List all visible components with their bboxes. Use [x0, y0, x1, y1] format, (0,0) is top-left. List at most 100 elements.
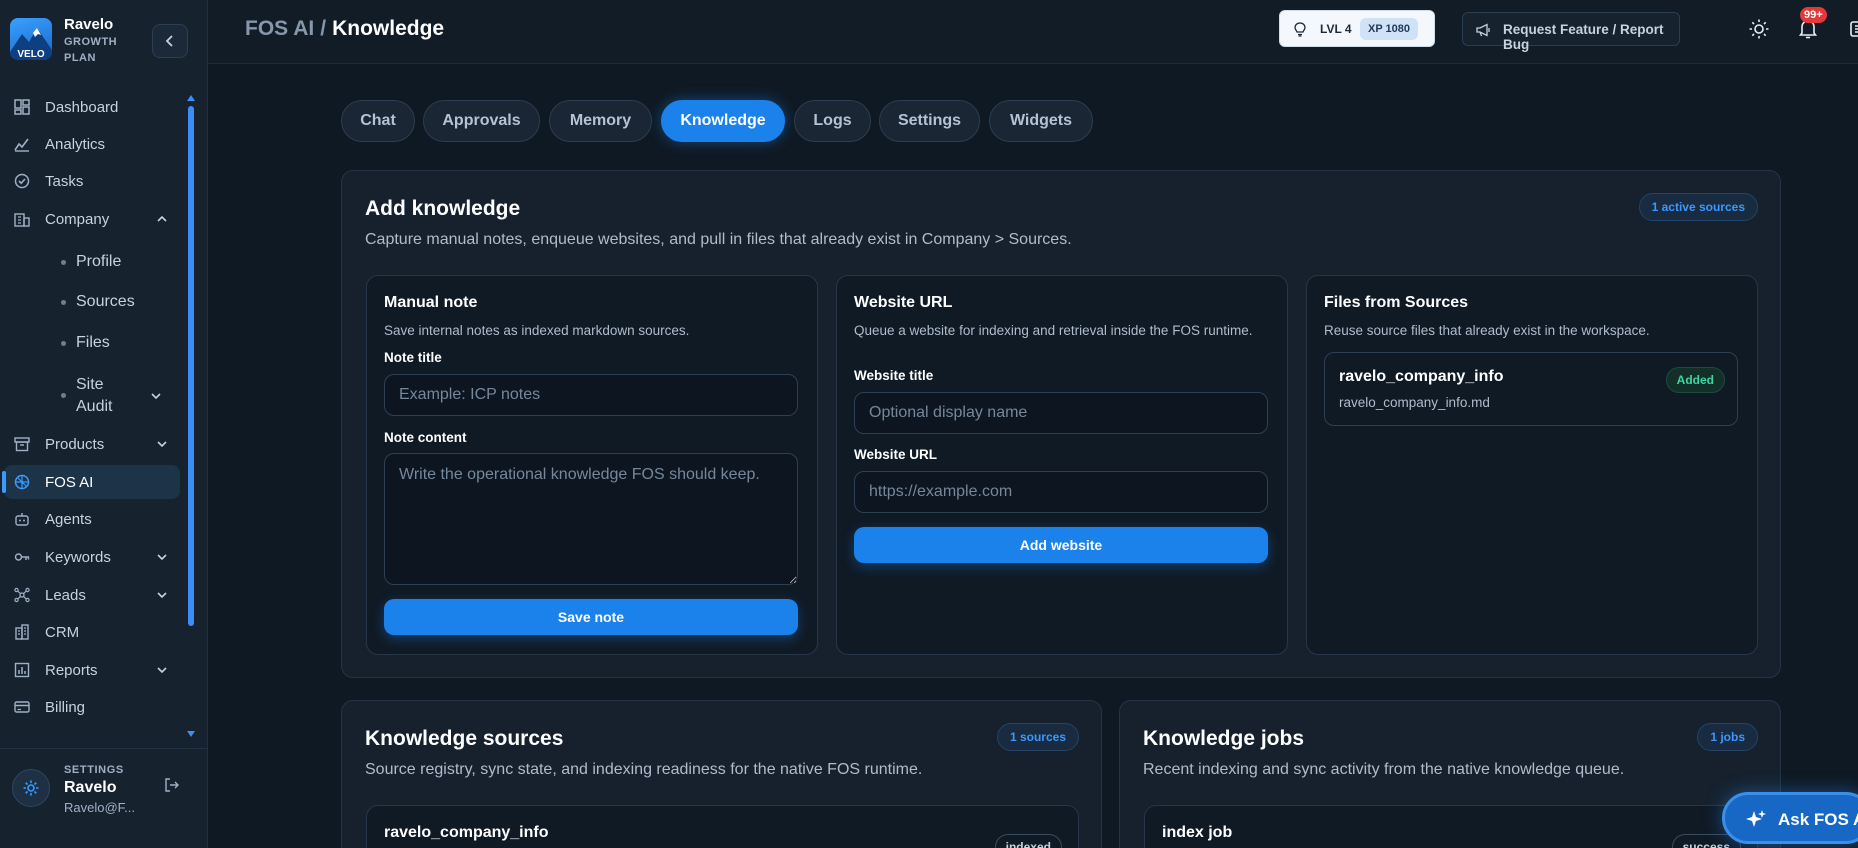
brand-name: Ravelo: [64, 16, 114, 33]
status-badge: indexed: [994, 834, 1062, 848]
chevron-down-icon[interactable]: [150, 390, 162, 402]
request-feature-label: Request Feature / Report Bug: [1503, 22, 1664, 52]
sidebar-item-crm[interactable]: CRM: [4, 615, 180, 649]
panel-icon[interactable]: [1850, 19, 1858, 39]
ai-brain-icon: [14, 474, 30, 490]
website-title-label: Website title: [854, 368, 934, 383]
sidebar-subitem-sources[interactable]: Sources: [76, 293, 135, 311]
save-note-button[interactable]: Save note: [384, 599, 798, 635]
report-icon: [14, 662, 30, 678]
sidebar: VELO Ravelo GROWTH PLAN Dashboard Analyt…: [0, 0, 208, 848]
note-content-textarea[interactable]: [384, 453, 798, 585]
sidebar-item-label: Products: [45, 435, 105, 453]
chevron-down-icon: [157, 441, 167, 448]
sidebar-item-company[interactable]: Company: [4, 202, 180, 236]
tab-logs[interactable]: Logs: [794, 100, 871, 142]
scroll-up-arrow[interactable]: [187, 95, 195, 101]
tab-approvals[interactable]: Approvals: [423, 100, 540, 142]
website-title-input[interactable]: [854, 392, 1268, 434]
brand-plan: GROWTH PLAN: [64, 36, 118, 64]
sub-item-dot: [61, 260, 66, 265]
files-from-sources-card: Files from Sources Reuse source files th…: [1306, 275, 1758, 655]
tab-chat[interactable]: Chat: [341, 100, 415, 142]
sidebar-item-label: Leads: [45, 586, 86, 604]
panel-title: Add knowledge: [365, 197, 521, 220]
sidebar-subitem-files[interactable]: Files: [76, 334, 110, 352]
avatar[interactable]: [12, 769, 50, 807]
source-file-name: ravelo_company_info: [1339, 368, 1504, 385]
card-subtitle: Queue a website for indexing and retriev…: [854, 323, 1253, 338]
scroll-down-arrow[interactable]: [187, 731, 195, 737]
panel-title: Knowledge jobs: [1143, 727, 1305, 750]
xp-label: XP 1080: [1360, 18, 1419, 40]
request-feature-button[interactable]: Request Feature / Report Bug: [1462, 12, 1680, 52]
breadcrumb-parent[interactable]: FOS AI: [245, 17, 314, 40]
dashboard-icon: [14, 99, 30, 115]
website-url-input[interactable]: [854, 471, 1268, 513]
sidebar-scrollbar[interactable]: [188, 106, 194, 626]
tab-widgets[interactable]: Widgets: [989, 100, 1093, 142]
robot-icon: [15, 513, 29, 526]
list-item[interactable]: index job success: [1144, 805, 1758, 848]
theme-toggle-sun-icon[interactable]: [1748, 18, 1770, 40]
sidebar-subitem-site-audit[interactable]: Site Audit: [76, 374, 126, 418]
sidebar-subitem-profile[interactable]: Profile: [76, 253, 121, 271]
card-title: Manual note: [384, 294, 478, 311]
source-file-item[interactable]: ravelo_company_info ravelo_company_info.…: [1324, 352, 1738, 426]
top-bar: FOS AI / Knowledge LVL 4 XP 1080 Request F…: [208, 0, 1858, 64]
manual-note-card: Manual note Save internal notes as index…: [366, 275, 818, 655]
sidebar-item-dashboard[interactable]: Dashboard: [4, 90, 180, 124]
sidebar-item-agents[interactable]: Agents: [4, 502, 180, 536]
tab-settings[interactable]: Settings: [879, 100, 980, 142]
sidebar-item-label: Billing: [45, 698, 86, 716]
sub-item-dot: [61, 341, 66, 346]
tab-memory[interactable]: Memory: [549, 100, 652, 142]
website-url-label: Website URL: [854, 447, 938, 462]
sidebar-item-billing[interactable]: Billing: [4, 690, 180, 724]
sidebar-item-products[interactable]: Products: [4, 427, 180, 461]
building-icon: [14, 213, 30, 227]
website-url-card: Website URL Queue a website for indexing…: [836, 275, 1288, 655]
list-item[interactable]: ravelo_company_info indexed: [366, 805, 1079, 848]
megaphone-icon: [1476, 23, 1490, 37]
level-label: LVL 4: [1320, 22, 1352, 36]
sidebar-item-label: CRM: [45, 623, 80, 641]
sidebar-item-keywords[interactable]: Keywords: [4, 540, 180, 574]
sidebar-item-label: Company: [45, 210, 110, 228]
panel-subtitle: Recent indexing and sync activity from t…: [1143, 761, 1625, 778]
lightbulb-icon: [1294, 22, 1306, 37]
card-subtitle: Save internal notes as indexed markdown …: [384, 323, 690, 338]
user-settings-label: SETTINGS: [64, 764, 124, 776]
panel-subtitle: Source registry, sync state, and indexin…: [365, 761, 923, 778]
ask-fos-ai-button[interactable]: Ask FOS AI: [1722, 792, 1858, 844]
office-icon: [15, 624, 29, 640]
status-badge: Added: [1665, 367, 1725, 393]
note-title-label: Note title: [384, 350, 442, 365]
sidebar-item-fos-ai[interactable]: FOS AI: [2, 465, 180, 499]
tab-knowledge[interactable]: Knowledge: [661, 100, 785, 142]
sidebar-item-label: Reports: [45, 661, 98, 679]
add-website-button[interactable]: Add website: [854, 527, 1268, 563]
box-icon: [14, 437, 30, 452]
breadcrumb: FOS AI / Knowledge: [245, 17, 444, 41]
credit-card-icon: [14, 701, 30, 713]
sidebar-item-leads[interactable]: Leads: [4, 578, 180, 612]
user-email: Ravelo@F...: [64, 800, 135, 815]
add-knowledge-panel: Add knowledge Capture manual notes, enqu…: [341, 170, 1781, 678]
chevron-down-icon: [157, 592, 167, 599]
sidebar-item-analytics[interactable]: Analytics: [4, 127, 180, 161]
sub-item-dot: [61, 300, 66, 305]
level-badge[interactable]: LVL 4 XP 1080: [1279, 10, 1435, 47]
source-name: ravelo_company_info: [384, 824, 549, 841]
knowledge-sources-panel: Knowledge sources Source registry, sync …: [341, 700, 1102, 848]
sidebar-item-reports[interactable]: Reports: [4, 653, 180, 687]
brand-logo: VELO: [10, 18, 52, 60]
collapse-sidebar-button[interactable]: [152, 24, 188, 58]
logout-icon[interactable]: [164, 777, 180, 793]
network-icon: [14, 587, 30, 603]
note-title-input[interactable]: [384, 374, 798, 416]
panel-title: Knowledge sources: [365, 727, 564, 750]
sidebar-item-tasks[interactable]: Tasks: [4, 164, 180, 198]
chevron-left-icon: [165, 35, 173, 47]
breadcrumb-separator: /: [320, 17, 327, 40]
